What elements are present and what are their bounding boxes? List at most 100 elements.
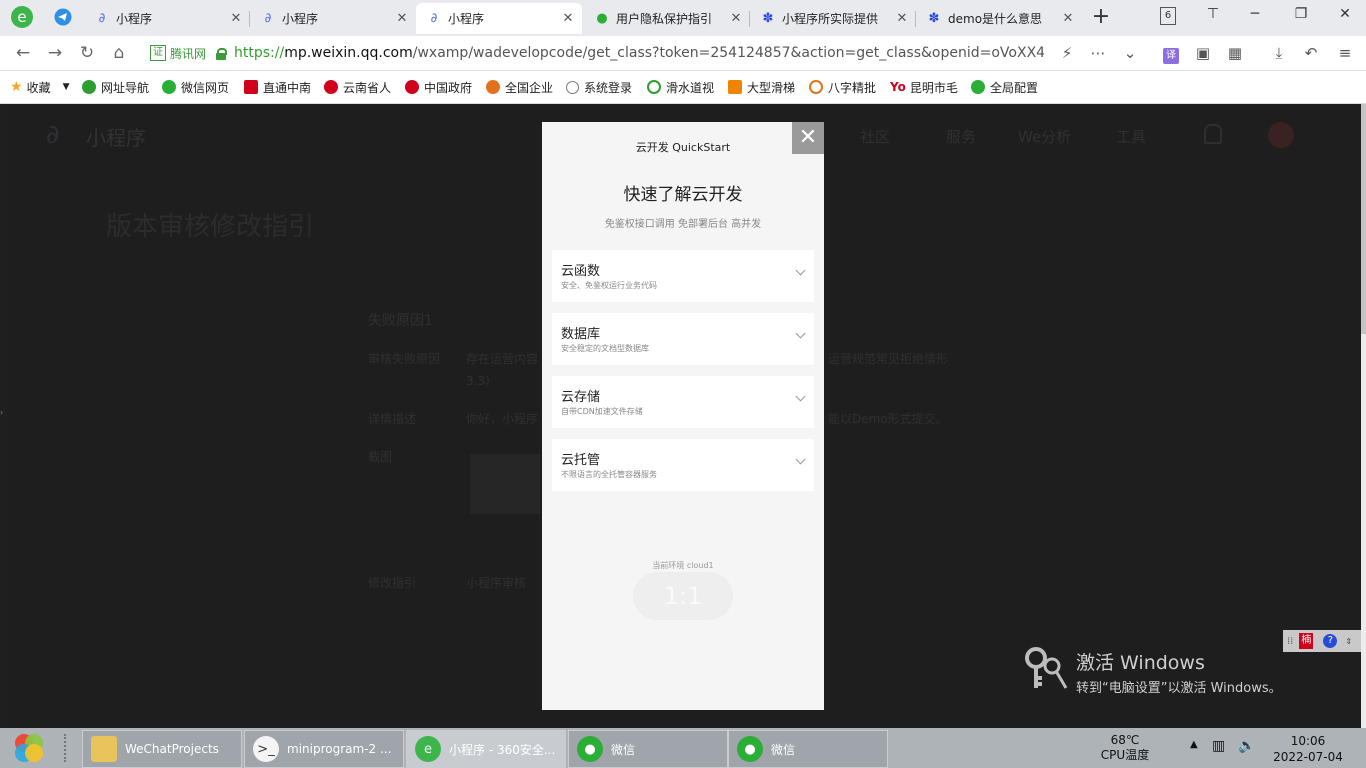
chevron-down-icon	[795, 265, 806, 276]
close-icon[interactable]: ✕	[228, 11, 244, 26]
tab-2[interactable]: ∂ 小程序 ✕	[250, 3, 416, 34]
chevron-down-icon	[795, 391, 806, 402]
close-icon[interactable]: ✕	[560, 11, 576, 26]
close-icon[interactable]: ✕	[1060, 11, 1076, 26]
menu-icon[interactable]: ≡	[1334, 43, 1356, 63]
network-icon[interactable]: ▥	[1212, 738, 1225, 754]
text-guide: 小程序审核	[466, 576, 527, 590]
bookmark-item[interactable]: Yo 昆明市毛	[890, 78, 958, 96]
activate-subtitle: 转到“电脑设置”以激活 Windows。	[1076, 681, 1282, 696]
chevron-down-icon[interactable]: ⌄	[1119, 43, 1141, 63]
bookmark-item[interactable]: 中国政府	[405, 78, 472, 96]
clock-date: 2022-07-04	[1273, 750, 1343, 764]
card-cloud-storage[interactable]: 云存储 自带CDN加速文件存储	[552, 376, 814, 428]
cpu-temp[interactable]: 68℃ CPU温度	[1098, 733, 1152, 763]
volume-icon[interactable]: 🔈	[1238, 738, 1255, 754]
shirt-icon[interactable]: ⊤	[1202, 6, 1224, 26]
bookmark-item[interactable]: 八字精批	[809, 78, 876, 96]
tray-expand-icon[interactable]: ▲	[1190, 739, 1198, 750]
back-button[interactable]: ←	[12, 43, 34, 63]
taskbar-grip[interactable]	[64, 734, 72, 762]
reload-button[interactable]: ↻	[76, 43, 98, 63]
taskbar-item-explorer[interactable]: WeChatProjects	[82, 730, 242, 768]
ratio-text: 1:1	[663, 582, 703, 610]
ime-toolbar[interactable]: ⁞⁞ 楠 ? ⇕	[1283, 630, 1361, 652]
star-icon: ★	[10, 79, 23, 95]
telegram-icon[interactable]	[54, 8, 72, 26]
clock[interactable]: 10:06 2022-07-04	[1266, 733, 1350, 765]
label-screenshot: 截图	[368, 450, 393, 464]
start-button[interactable]	[12, 731, 46, 765]
cert-owner[interactable]: 腾讯网	[170, 45, 206, 62]
card-database[interactable]: 数据库 安全稳定的文档型数据库	[552, 313, 814, 365]
tab-5[interactable]: ✽ 小程序所实际提供 ✕	[750, 3, 916, 34]
chevron-down-icon	[795, 328, 806, 339]
lightning-icon[interactable]: ⚡	[1056, 43, 1078, 63]
bookmark-item[interactable]: 全局配置	[971, 78, 1038, 96]
nav-community[interactable]: 社区	[860, 126, 890, 147]
bell-icon[interactable]	[1204, 124, 1222, 144]
download-icon[interactable]: ⤓	[1268, 43, 1290, 63]
nav-tools[interactable]: 工具	[1116, 126, 1146, 147]
taskbar-item-browser[interactable]: e 小程序 - 360安全...	[406, 730, 566, 768]
help-icon[interactable]: ?	[1323, 634, 1338, 648]
screenshot-thumbnail[interactable]	[470, 454, 540, 514]
close-icon[interactable]: ✕	[394, 11, 410, 26]
undo-icon[interactable]: ↶	[1300, 43, 1322, 63]
bookmark-item[interactable]: 微信网页	[162, 78, 229, 96]
reader-icon[interactable]: ▣	[1192, 43, 1214, 63]
card-cloud-function[interactable]: 云函数 安全、免鉴权运行业务代码	[552, 250, 814, 302]
minimize-button[interactable]: ─	[1244, 6, 1266, 26]
address-bar[interactable]: 证 腾讯网 https://mp.weixin.qq.com/wxamp/wad…	[144, 40, 1058, 66]
card-cloud-hosting[interactable]: 云托管 不限语言的全托管容器服务	[552, 439, 814, 491]
avatar[interactable]	[1268, 122, 1294, 148]
close-window-button[interactable]: ✕	[1334, 6, 1356, 26]
lock-icon	[216, 47, 228, 60]
bookmark-favorites[interactable]: ★ 收藏 ▼	[10, 78, 70, 96]
tab-count-badge[interactable]: 6	[1160, 7, 1176, 25]
close-icon[interactable]: ✕	[792, 122, 824, 154]
yo-icon: Yo	[890, 80, 906, 94]
bookmark-item[interactable]: 大型滑梯	[728, 78, 795, 96]
forward-button[interactable]: →	[44, 43, 66, 63]
tab-4[interactable]: ● 用户隐私保护指引 ✕	[584, 3, 750, 34]
browser-logo-icon[interactable]: e	[10, 5, 34, 29]
bookmark-item[interactable]: 系统登录	[566, 78, 632, 96]
drag-handle-icon[interactable]: ⁞⁞	[1287, 636, 1293, 647]
bookmark-item[interactable]: 网址导航	[82, 78, 149, 96]
new-tab-button[interactable]: +	[1090, 5, 1112, 29]
text-reason-b: 运营规范常见拒绝情形	[828, 352, 949, 366]
bookmark-item[interactable]: 滑水道视	[647, 78, 714, 96]
bookmark-item[interactable]: 全国企业	[486, 78, 553, 96]
taskbar-item-devtools[interactable]: >_ miniprogram-2 ...	[244, 730, 404, 768]
taskbar-item-wechat-1[interactable]: ● 微信	[568, 730, 728, 768]
home-button[interactable]: ⌂	[108, 43, 130, 63]
restore-button[interactable]: ❐	[1290, 6, 1312, 26]
translate-icon[interactable]: 译	[1160, 43, 1182, 64]
modal-title: 快速了解云开发	[623, 185, 743, 205]
expand-icon[interactable]: ⇕	[1345, 637, 1352, 646]
bookmark-item[interactable]: 直通中南	[244, 78, 311, 96]
apps-grid-icon[interactable]: ▦	[1224, 43, 1246, 63]
taskbar: WeChatProjects >_ miniprogram-2 ... e 小程…	[0, 728, 1366, 768]
bookmark-item[interactable]: 云南省人	[324, 78, 391, 96]
taskbar-item-wechat-2[interactable]: ● 微信	[728, 730, 888, 768]
close-icon[interactable]: ✕	[894, 11, 910, 26]
tab-6[interactable]: ✽ demo是什么意思 ✕	[916, 3, 1082, 34]
tab-1[interactable]: ∂ 小程序 ✕	[84, 3, 250, 34]
card-title: 数据库	[561, 327, 601, 342]
cert-badge[interactable]: 证	[150, 45, 166, 61]
ratio-button[interactable]: 1:1	[633, 572, 733, 620]
tab-3-active[interactable]: ∂ 小程序 ✕	[416, 3, 582, 34]
nav-analytics[interactable]: We分析	[1018, 126, 1071, 147]
temp-value: 68℃	[1110, 733, 1140, 747]
close-icon[interactable]: ✕	[728, 11, 744, 26]
ime-logo-icon[interactable]: 楠	[1299, 633, 1314, 649]
miniprogram-logo-icon: ∂	[46, 120, 60, 150]
site-icon	[244, 80, 258, 94]
scrollbar-thumb[interactable]	[1361, 104, 1366, 334]
nav-service[interactable]: 服务	[946, 126, 976, 147]
url-text[interactable]: https://mp.weixin.qq.com/wxamp/wadevelop…	[234, 45, 1044, 61]
more-icon[interactable]: ⋯	[1087, 43, 1109, 63]
left-edge-arrow-icon[interactable]: ›	[0, 408, 3, 417]
